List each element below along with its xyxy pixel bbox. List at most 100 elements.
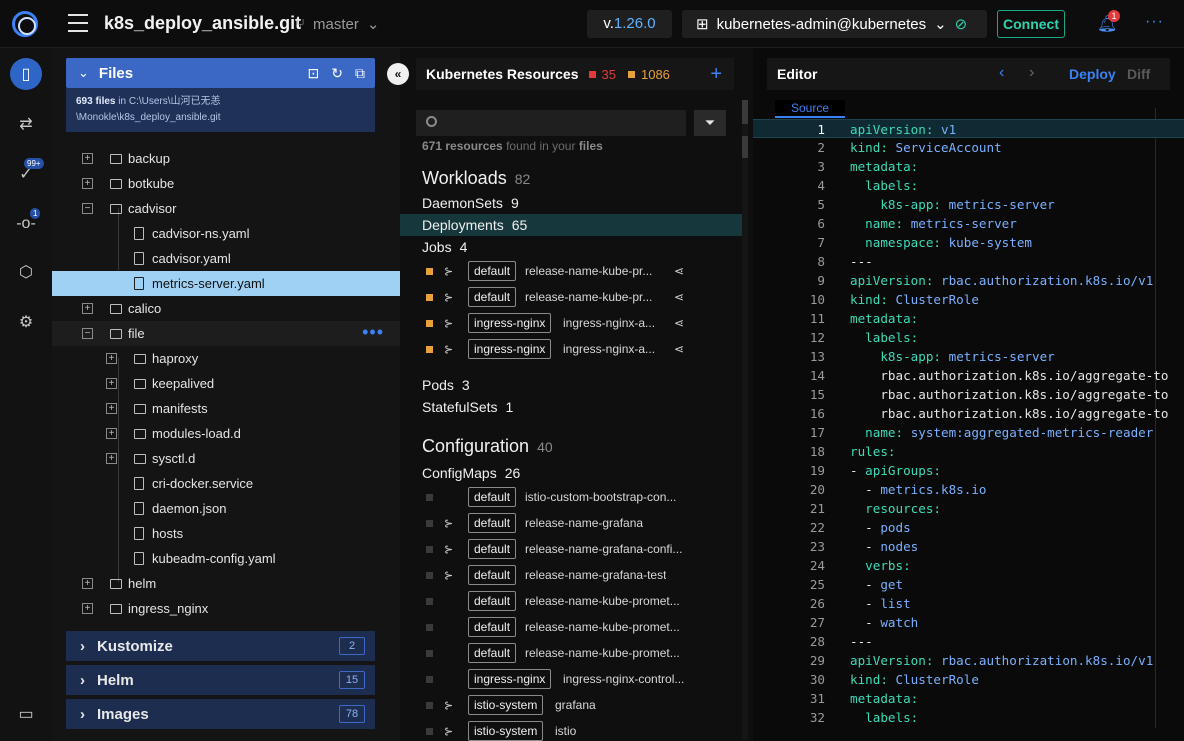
- new-folder-icon[interactable]: ⊡: [308, 65, 320, 82]
- settings-icon[interactable]: ⚙: [10, 306, 42, 338]
- resource-row[interactable]: ⊱ default release-name-kube-pr... ⋖: [400, 284, 742, 310]
- resource-row[interactable]: ⊱ default release-name-grafana-confi...: [400, 536, 742, 562]
- code-line[interactable]: 6 name: metrics-server: [753, 214, 1184, 233]
- code-line[interactable]: 8 ---: [753, 252, 1184, 271]
- code-line[interactable]: 9 apiVersion: rbac.authorization.k8s.io/v…: [753, 271, 1184, 290]
- code-line[interactable]: 31 metadata:: [753, 689, 1184, 708]
- code-line[interactable]: 19 - apiGroups:: [753, 461, 1184, 480]
- resource-row[interactable]: ⊱ ingress-nginx ingress-nginx-a... ⋖: [400, 336, 742, 362]
- kind-configmaps[interactable]: ConfigMaps 26: [400, 462, 742, 484]
- code-line[interactable]: 27 - watch: [753, 613, 1184, 632]
- expand-icon[interactable]: +: [82, 153, 93, 164]
- expand-icon[interactable]: +: [106, 453, 117, 464]
- kind-deployments[interactable]: Deployments 65: [400, 214, 742, 236]
- resource-row[interactable]: ⊱ ingress-nginx ingress-nginx-a... ⋖: [400, 310, 742, 336]
- cube-icon[interactable]: ⬡: [10, 256, 42, 288]
- code-line[interactable]: 10 kind: ClusterRole: [753, 290, 1184, 309]
- repo-title[interactable]: k8s_deploy_ansible.git: [104, 13, 301, 34]
- tree-file-cadvisor[interactable]: cadvisor.yaml: [52, 246, 400, 271]
- code-line[interactable]: 25 - get: [753, 575, 1184, 594]
- menu-icon[interactable]: [68, 14, 88, 32]
- expand-icon[interactable]: +: [106, 378, 117, 389]
- warning-count[interactable]: 1086: [641, 67, 670, 82]
- tree-folder-haproxy[interactable]: + haproxy: [52, 346, 400, 371]
- code-line[interactable]: 13 k8s-app: metrics-server: [753, 347, 1184, 366]
- resource-search-input[interactable]: [416, 110, 686, 136]
- kind-jobs[interactable]: Jobs 4: [400, 236, 742, 258]
- forward-icon[interactable]: ›: [1029, 64, 1034, 82]
- group-workloads[interactable]: Workloads 82: [400, 168, 742, 190]
- share-icon[interactable]: ⋖: [674, 264, 684, 278]
- tree-file-cri-docker[interactable]: cri-docker.service: [52, 471, 400, 496]
- back-icon[interactable]: ‹: [999, 64, 1004, 82]
- kustomize-section[interactable]: › Kustomize 2: [66, 631, 375, 661]
- code-editor[interactable]: 1 apiVersion: v1 2 kind: ServiceAccount 3 met…: [753, 119, 1184, 741]
- scrollbar-thumb[interactable]: [742, 136, 748, 158]
- resource-row[interactable]: ⊱ default release-name-kube-pr... ⋖: [400, 258, 742, 284]
- code-line[interactable]: 22 - pods: [753, 518, 1184, 537]
- tree-folder-cadvisor[interactable]: − cadvisor: [52, 196, 400, 221]
- resource-row[interactable]: default istio-custom-bootstrap-con...: [400, 484, 742, 510]
- branch-selector[interactable]: ⑂ master ⌄: [296, 15, 379, 34]
- files-header[interactable]: ⌄ Files ⊡ ↻ ⧉: [66, 58, 375, 88]
- code-line[interactable]: 4 labels:: [753, 176, 1184, 195]
- collapse-icon[interactable]: −: [82, 203, 93, 214]
- resource-row[interactable]: ⊱ istio-system grafana: [400, 692, 742, 718]
- expand-icon[interactable]: +: [82, 178, 93, 189]
- collapse-panel-icon[interactable]: «: [387, 63, 409, 85]
- code-line[interactable]: 30 kind: ClusterRole: [753, 670, 1184, 689]
- expand-icon[interactable]: +: [82, 303, 93, 314]
- code-line[interactable]: 2 kind: ServiceAccount: [753, 138, 1184, 157]
- tree-folder-keepalived[interactable]: + keepalived: [52, 371, 400, 396]
- code-line[interactable]: 23 - nodes: [753, 537, 1184, 556]
- code-line[interactable]: 24 verbs:: [753, 556, 1184, 575]
- share-icon[interactable]: ⋖: [674, 290, 684, 304]
- resource-row[interactable]: default release-name-kube-promet...: [400, 614, 742, 640]
- code-line[interactable]: 7 namespace: kube-system: [753, 233, 1184, 252]
- share-icon[interactable]: ⋖: [674, 316, 684, 330]
- tree-folder-calico[interactable]: + calico: [52, 296, 400, 321]
- resource-row[interactable]: ⊱ default release-name-grafana: [400, 510, 742, 536]
- code-line[interactable]: 32 labels:: [753, 708, 1184, 727]
- scrollbar-thumb[interactable]: [742, 100, 748, 124]
- code-line[interactable]: 28 ---: [753, 632, 1184, 651]
- kind-daemonsets[interactable]: DaemonSets 9: [400, 192, 742, 214]
- refresh-icon[interactable]: ↻: [331, 65, 343, 82]
- expand-icon[interactable]: +: [106, 353, 117, 364]
- code-line[interactable]: 11 metadata:: [753, 309, 1184, 328]
- connect-button[interactable]: Connect: [997, 10, 1065, 38]
- code-line[interactable]: 12 labels:: [753, 328, 1184, 347]
- tree-file-daemon-json[interactable]: daemon.json: [52, 496, 400, 521]
- tree-folder-file[interactable]: − file •••: [52, 321, 400, 346]
- code-line[interactable]: 5 k8s-app: metrics-server: [753, 195, 1184, 214]
- code-line[interactable]: 18 rules:: [753, 442, 1184, 461]
- share-icon[interactable]: ⋖: [674, 342, 684, 356]
- tree-file-kubeadm-config[interactable]: kubeadm-config.yaml: [52, 546, 400, 571]
- collapse-icon[interactable]: −: [82, 328, 93, 339]
- tree-file-metrics-server[interactable]: metrics-server.yaml: [52, 271, 400, 296]
- scrollbar[interactable]: [742, 100, 748, 740]
- error-count[interactable]: 35: [602, 67, 616, 82]
- filter-icon[interactable]: ⏷: [694, 110, 726, 136]
- cluster-selector[interactable]: ⊞ kubernetes-admin@kubernetes ⌄ ⊘: [682, 10, 987, 38]
- resource-row[interactable]: ⊱ istio-system istio: [400, 718, 742, 741]
- monokle-logo[interactable]: [12, 11, 38, 37]
- diff-button[interactable]: Diff: [1127, 66, 1150, 82]
- k8s-version-button[interactable]: v.1.26.0: [587, 10, 672, 38]
- group-configuration[interactable]: Configuration 40: [400, 436, 742, 458]
- collapse-all-icon[interactable]: ⧉: [355, 65, 365, 82]
- code-line[interactable]: 26 - list: [753, 594, 1184, 613]
- more-icon[interactable]: ···: [1145, 13, 1164, 31]
- expand-icon[interactable]: +: [82, 578, 93, 589]
- terminal-icon[interactable]: ▭: [10, 698, 42, 730]
- tree-file-cadvisor-ns[interactable]: cadvisor-ns.yaml: [52, 221, 400, 246]
- resource-row[interactable]: ingress-nginx ingress-nginx-control...: [400, 666, 742, 692]
- code-line[interactable]: 16 rbac.authorization.k8s.io/aggregate-t…: [753, 404, 1184, 423]
- tab-source[interactable]: Source: [775, 100, 845, 118]
- tree-folder-sysctl[interactable]: + sysctl.d: [52, 446, 400, 471]
- tree-folder-helm[interactable]: + helm: [52, 571, 400, 596]
- kind-statefulsets[interactable]: StatefulSets 1: [400, 396, 742, 418]
- expand-icon[interactable]: +: [82, 603, 93, 614]
- code-line[interactable]: 20 - metrics.k8s.io: [753, 480, 1184, 499]
- images-section[interactable]: › Images 78: [66, 699, 375, 729]
